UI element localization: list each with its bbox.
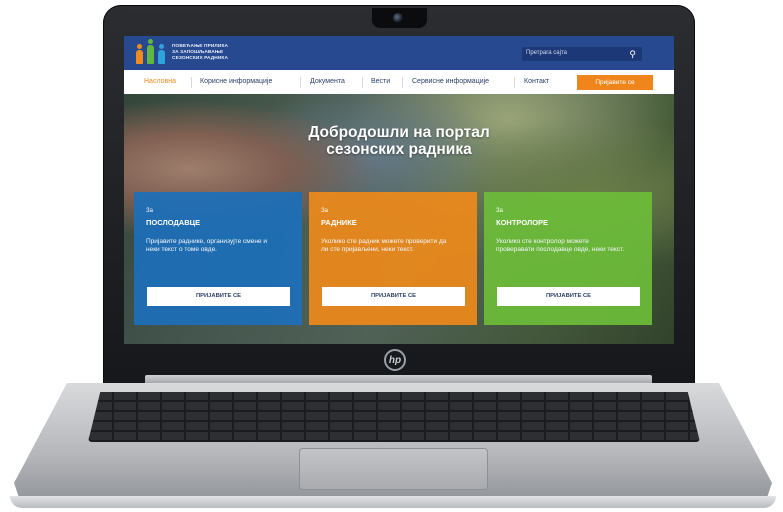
nav-divider bbox=[402, 77, 403, 88]
nav-item-documents[interactable]: Документа bbox=[310, 78, 345, 85]
nav-item-news[interactable]: Вести bbox=[371, 78, 390, 85]
nav-item-contact[interactable]: Контакт bbox=[524, 78, 549, 85]
laptop-screen: ПОВЕЋАЊЕ ПРИЛИКА ЗА ЗАПОШЉАВАЊЕ СЕЗОНСКИ… bbox=[124, 36, 674, 344]
card-pre: За bbox=[146, 208, 153, 214]
site-logo-icon[interactable] bbox=[136, 39, 166, 66]
logo-line-3: СЕЗОНСКИХ РАДНИКА bbox=[172, 56, 229, 61]
card-employers-register-button[interactable]: ПРИЈАВИТЕ СЕ bbox=[147, 287, 290, 306]
laptop-front-edge bbox=[10, 496, 776, 508]
card-text: Уколико сте контролор можете проверавати… bbox=[496, 238, 625, 253]
card-controllers-register-button[interactable]: ПРИЈАВИТЕ СЕ bbox=[497, 287, 640, 306]
card-title: ПОСЛОДАВЦЕ bbox=[146, 218, 201, 227]
nav-item-useful-info[interactable]: Корисне информације bbox=[200, 78, 272, 85]
logo-figure-orange bbox=[136, 44, 143, 64]
nav-divider bbox=[191, 77, 192, 88]
search-icon[interactable]: ⚲ bbox=[629, 49, 636, 59]
card-workers: За РАДНИКЕ Уколико сте радник можете про… bbox=[309, 192, 477, 325]
hero-title-line-2: сезонских радника bbox=[326, 141, 472, 158]
nav-divider bbox=[300, 77, 301, 88]
keyboard bbox=[88, 392, 700, 442]
main-nav: Насловна Корисне информације Документа В… bbox=[124, 70, 674, 94]
laptop: ПОВЕЋАЊЕ ПРИЛИКА ЗА ЗАПОШЉАВАЊЕ СЕЗОНСКИ… bbox=[0, 0, 783, 512]
card-controllers: За КОНТРОЛОРЕ Уколико сте контролор може… bbox=[484, 192, 652, 325]
card-pre: За bbox=[496, 208, 503, 214]
hero-banner: Добродошли на портал сезонских радника З… bbox=[124, 94, 674, 344]
card-workers-register-button[interactable]: ПРИЈАВИТЕ СЕ bbox=[322, 287, 465, 306]
register-button[interactable]: Пријавите се bbox=[577, 75, 653, 90]
webcam-icon bbox=[393, 13, 403, 23]
logo-figure-blue bbox=[158, 44, 165, 64]
card-title: РАДНИКЕ bbox=[321, 218, 357, 227]
site-logo-text[interactable]: ПОВЕЋАЊЕ ПРИЛИКА ЗА ЗАПОШЉАВАЊЕ СЕЗОНСКИ… bbox=[172, 44, 228, 62]
nav-divider bbox=[362, 77, 363, 88]
hp-logo-icon: hp bbox=[384, 349, 406, 371]
hero-title: Добродошли на портал сезонских радника bbox=[264, 124, 534, 158]
nav-item-service-info[interactable]: Сервисне информације bbox=[412, 78, 489, 85]
hero-title-line-1: Добродошли на портал bbox=[308, 124, 490, 141]
card-text: Уколико сте радник можете проверити да л… bbox=[321, 238, 447, 253]
touchpad bbox=[300, 449, 487, 489]
card-pre: За bbox=[321, 208, 328, 214]
nav-item-home[interactable]: Насловна bbox=[144, 78, 176, 85]
logo-figure-green bbox=[147, 39, 154, 64]
search-input[interactable]: Претрага сајта ⚲ bbox=[522, 47, 642, 61]
card-text: Пријавите раднике, организујте смене и н… bbox=[146, 238, 267, 253]
site-header: ПОВЕЋАЊЕ ПРИЛИКА ЗА ЗАПОШЉАВАЊЕ СЕЗОНСКИ… bbox=[124, 36, 674, 70]
card-employers: За ПОСЛОДАВЦЕ Пријавите раднике, организ… bbox=[134, 192, 302, 325]
card-title: КОНТРОЛОРЕ bbox=[496, 218, 549, 227]
search-placeholder: Претрага сајта bbox=[526, 50, 567, 56]
nav-divider bbox=[514, 77, 515, 88]
